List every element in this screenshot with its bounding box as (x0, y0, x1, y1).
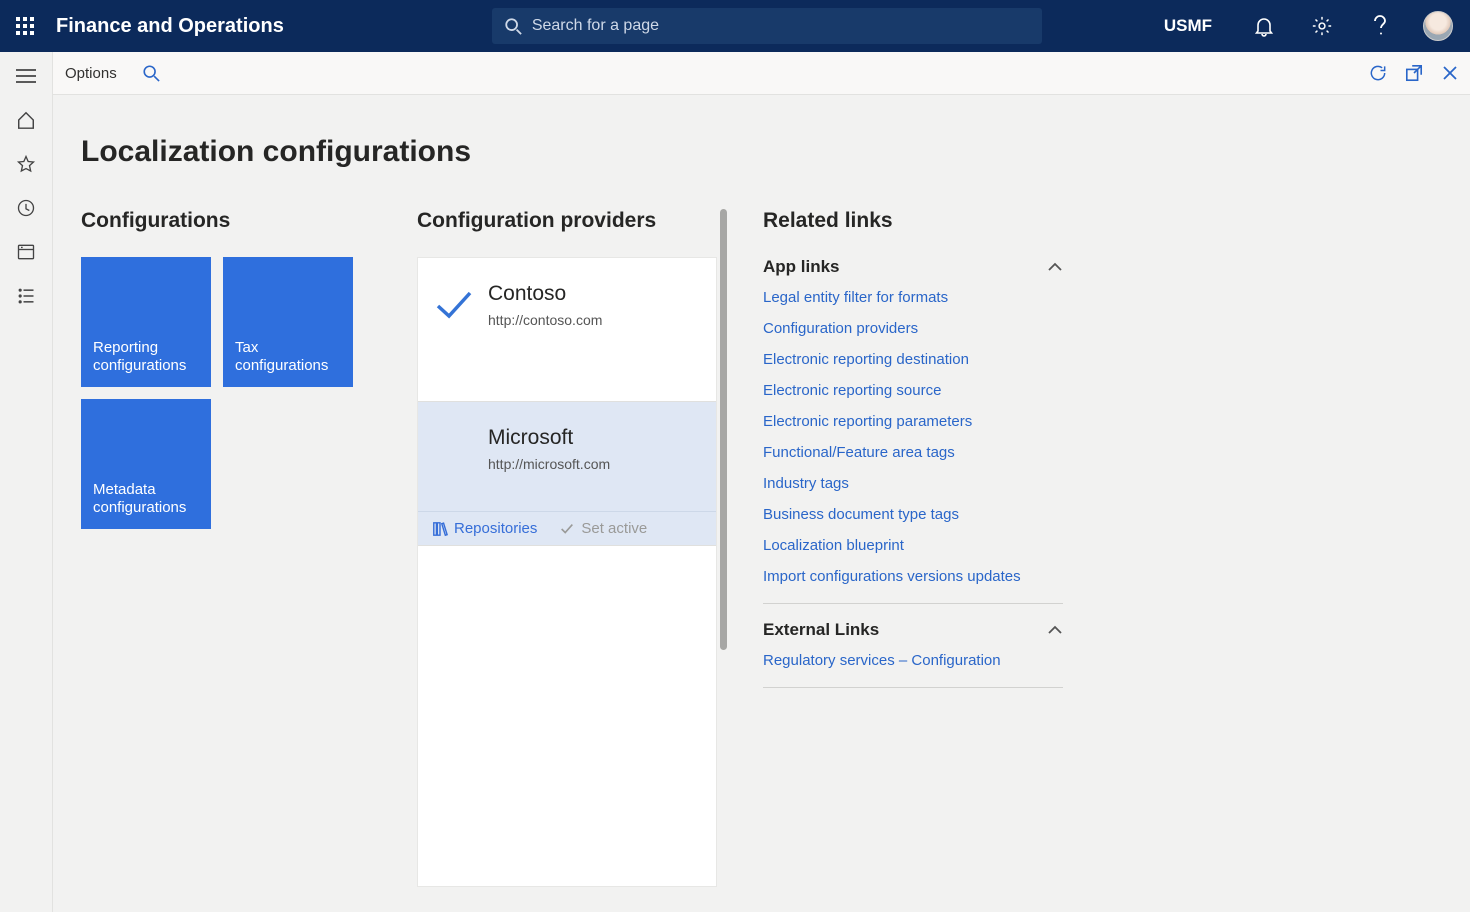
nav-rail (0, 52, 53, 912)
home-icon[interactable] (12, 106, 40, 134)
options-button[interactable]: Options (65, 65, 117, 82)
tile-label: Reporting configurations (93, 339, 199, 375)
link-er-destination[interactable]: Electronic reporting destination (763, 351, 1063, 368)
chevron-up-icon (1047, 262, 1063, 272)
app-launcher-icon[interactable] (12, 13, 38, 39)
link-business-doc-tags[interactable]: Business document type tags (763, 506, 1063, 523)
popout-icon[interactable] (1400, 59, 1428, 87)
tile-tax-configurations[interactable]: Tax configurations (223, 257, 353, 387)
notifications-icon[interactable] (1244, 6, 1284, 46)
search-input[interactable] (532, 17, 1030, 35)
link-import-config-versions[interactable]: Import configurations versions updates (763, 568, 1063, 585)
user-avatar[interactable] (1418, 6, 1458, 46)
main-content: Localization configurations Configuratio… (53, 95, 1470, 912)
tile-reporting-configurations[interactable]: Reporting configurations (81, 257, 211, 387)
set-active-label: Set active (581, 520, 647, 537)
topbar: Finance and Operations USMF (0, 0, 1470, 52)
avatar (1423, 11, 1453, 41)
link-localization-blueprint[interactable]: Localization blueprint (763, 537, 1063, 554)
refresh-icon[interactable] (1364, 59, 1392, 87)
external-links-section: External Links Regulatory services – Con… (763, 620, 1063, 688)
search-box[interactable] (492, 8, 1042, 44)
app-links-toggle[interactable]: App links (763, 257, 1063, 277)
close-icon[interactable] (1436, 59, 1464, 87)
check-icon (559, 521, 575, 537)
tile-metadata-configurations[interactable]: Metadata configurations (81, 399, 211, 529)
provider-card-contoso[interactable]: Contoso http://contoso.com (418, 258, 716, 402)
gear-icon[interactable] (1302, 6, 1342, 46)
related-links-header: Related links (763, 209, 1063, 233)
link-er-parameters[interactable]: Electronic reporting parameters (763, 413, 1063, 430)
configurations-header: Configurations (81, 209, 371, 233)
tile-label: Metadata configurations (93, 481, 199, 517)
page-search-icon[interactable] (137, 59, 165, 87)
link-functional-tags[interactable]: Functional/Feature area tags (763, 444, 1063, 461)
provider-url: http://microsoft.com (488, 456, 610, 472)
app-title: Finance and Operations (56, 15, 284, 38)
link-industry-tags[interactable]: Industry tags (763, 475, 1063, 492)
link-configuration-providers[interactable]: Configuration providers (763, 320, 1063, 337)
help-icon[interactable] (1360, 6, 1400, 46)
related-links-column: Related links App links Legal entity fil… (763, 209, 1063, 887)
provider-name: Contoso (488, 282, 602, 306)
section-title: External Links (763, 620, 879, 640)
scrollbar[interactable] (720, 209, 727, 650)
nav-hamburger-icon[interactable] (12, 62, 40, 90)
section-title: App links (763, 257, 840, 277)
repositories-button[interactable]: Repositories (432, 520, 537, 537)
providers-list: Contoso http://contoso.com Microsoft htt… (417, 257, 717, 887)
provider-check-placeholder (432, 426, 476, 505)
favorites-icon[interactable] (12, 150, 40, 178)
configurations-column: Configurations Reporting configurations … (81, 209, 371, 887)
search-icon (504, 17, 522, 35)
recent-icon[interactable] (12, 194, 40, 222)
link-er-source[interactable]: Electronic reporting source (763, 382, 1063, 399)
legal-entity[interactable]: USMF (1150, 16, 1226, 36)
set-active-button: Set active (559, 520, 647, 537)
repositories-label: Repositories (454, 520, 537, 537)
link-regulatory-services[interactable]: Regulatory services – Configuration (763, 652, 1063, 669)
provider-card-microsoft[interactable]: Microsoft http://microsoft.com Repositor… (418, 402, 716, 546)
providers-header: Configuration providers (417, 209, 717, 233)
provider-actions: Repositories Set active (418, 511, 716, 545)
action-bar: Options (53, 52, 1470, 95)
page-title: Localization configurations (81, 135, 1470, 169)
chevron-up-icon (1047, 625, 1063, 635)
provider-url: http://contoso.com (488, 312, 602, 328)
provider-name: Microsoft (488, 426, 610, 450)
books-icon (432, 521, 448, 537)
link-legal-entity-filter[interactable]: Legal entity filter for formats (763, 289, 1063, 306)
check-icon (432, 282, 476, 379)
modules-icon[interactable] (12, 282, 40, 310)
workspaces-icon[interactable] (12, 238, 40, 266)
external-links-toggle[interactable]: External Links (763, 620, 1063, 640)
providers-column: Configuration providers Contoso http://c… (417, 209, 717, 887)
app-links-section: App links Legal entity filter for format… (763, 257, 1063, 604)
tile-label: Tax configurations (235, 339, 341, 375)
